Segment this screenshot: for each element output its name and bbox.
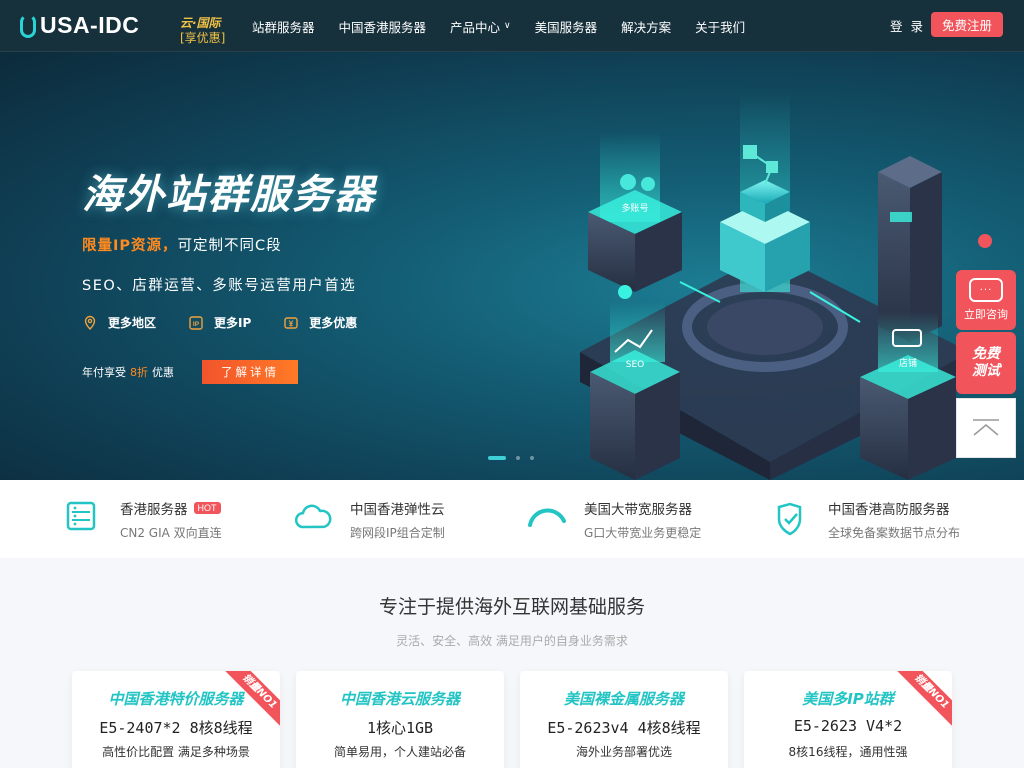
yen-icon: ¥	[284, 316, 298, 329]
nav-item-us-servers[interactable]: 美国服务器	[535, 17, 598, 36]
feature-label: 更多地区	[108, 316, 157, 330]
trial-line1: 免费	[972, 346, 1000, 362]
carousel-dot[interactable]	[530, 456, 534, 460]
service-us-bandwidth[interactable]: 美国大带宽服务器 G口大带宽业务更稳定	[526, 480, 701, 558]
annual-discount-note: 年付享受 8折 优惠	[82, 364, 174, 380]
nav-item-hk-servers[interactable]: 中国香港服务器	[339, 17, 427, 36]
register-button[interactable]: 免费注册	[931, 12, 1003, 37]
service-hk-server[interactable]: 香港服务器 HOT CN2 GIA 双向直连	[62, 480, 222, 558]
back-to-top-icon	[973, 419, 999, 436]
service-title: 中国香港弹性云	[350, 501, 445, 518]
nav-label: 站群服务器	[252, 19, 315, 35]
cloud-icon	[294, 504, 332, 529]
consult-now-button[interactable]: ··· 立即咨询	[956, 270, 1016, 330]
hero-tagline: 限量IP资源，可定制不同C段	[82, 234, 282, 255]
hot-badge: HOT	[193, 501, 221, 514]
card-desc: 8核16线程，通用性强	[788, 745, 908, 759]
service-title: 中国香港高防服务器	[828, 501, 950, 518]
feature-label: 更多IP	[214, 316, 252, 330]
carousel-dot-active[interactable]	[488, 456, 506, 460]
carousel-dots	[488, 456, 544, 460]
promo-title: 云·国际	[180, 16, 221, 30]
product-card[interactable]: 中国香港云服务器 1核心1GB 简单易用，个人建站必备	[296, 671, 504, 768]
ip-icon: IP	[189, 315, 203, 330]
section-title: 专注于提供海外互联网基础服务	[378, 596, 645, 618]
nav-item-about[interactable]: 关于我们	[695, 17, 745, 36]
illus-label-accounts: 多账号	[621, 202, 648, 214]
promo-subtitle: [享优惠]	[180, 31, 226, 45]
nav-item-products[interactable]: 产品中心 ∨	[450, 17, 511, 36]
card-spec: E5-2623v4 4核8线程	[547, 719, 701, 737]
bandwidth-icon	[528, 508, 566, 527]
nav-item-site-group-servers[interactable]: 站群服务器	[252, 17, 315, 36]
carousel-dot[interactable]	[516, 456, 520, 460]
logo-icon	[20, 13, 36, 38]
service-hk-ddos[interactable]: 中国香港高防服务器 全球免备案数据节点分布	[770, 480, 960, 558]
consult-label: 立即咨询	[964, 308, 1008, 321]
card-desc: 海外业务部署优选	[575, 745, 672, 759]
logo[interactable]: USA-IDC	[20, 12, 139, 39]
feature-more-discounts: ¥ 更多优惠	[283, 314, 357, 331]
service-desc: CN2 GIA 双向直连	[120, 525, 222, 540]
discount-prefix: 年付享受	[82, 366, 126, 379]
card-desc: 简单易用，个人建站必备	[333, 745, 466, 759]
login-link[interactable]: 登 录	[890, 16, 925, 35]
free-trial-button[interactable]: 免费 测试	[956, 332, 1016, 394]
hero-server-illustration: 多账号 SEO 店铺	[580, 92, 970, 480]
feature-more-ip: IP 更多IP	[188, 314, 251, 331]
product-card[interactable]: 中国香港特价服务器 E5-2407*2 8核8线程 高性价比配置 满足多种场景 …	[72, 671, 280, 768]
location-icon	[84, 315, 96, 330]
discount-suffix: 优惠	[152, 366, 174, 379]
back-to-top-button[interactable]	[956, 398, 1016, 458]
nav-label: 解决方案	[621, 19, 672, 35]
section-subtitle: 灵活、安全、高效 满足用户的自身业务需求	[396, 634, 628, 648]
main-nav: 站群服务器 中国香港服务器 产品中心 ∨ 美国服务器 解决方案 关于我们	[252, 0, 769, 52]
cloud-intl-promo[interactable]: 云·国际 [享优惠]	[180, 16, 225, 46]
card-title: 中国香港云服务器	[339, 690, 460, 708]
card-spec: E5-2623 V4*2	[793, 717, 903, 735]
feature-more-regions: 更多地区	[82, 314, 156, 331]
svg-text:¥: ¥	[289, 319, 294, 328]
discount-value: 8折	[130, 366, 148, 379]
nav-label: 美国服务器	[534, 19, 598, 35]
service-hk-elastic-cloud[interactable]: 中国香港弹性云 跨网段IP组合定制	[292, 480, 445, 558]
illus-label-shop: 店铺	[899, 357, 917, 369]
nav-label: 关于我们	[695, 19, 746, 35]
hero-title: 海外站群服务器	[82, 172, 376, 218]
card-title: 美国裸金属服务器	[563, 690, 684, 708]
hero-tagline-highlight: 限量IP资源，	[82, 238, 178, 254]
service-desc: 全球免备案数据节点分布	[828, 525, 961, 540]
service-desc: G口大带宽业务更稳定	[584, 525, 702, 540]
product-card[interactable]: 美国裸金属服务器 E5-2623v4 4核8线程 海外业务部署优选	[520, 671, 728, 768]
chat-bubble-icon: ···	[969, 278, 1003, 302]
nav-label: 产品中心	[450, 19, 501, 35]
hero-banner: 海外站群服务器 限量IP资源，可定制不同C段 SEO、店群运营、多账号运营用户首…	[0, 52, 1024, 480]
notification-dot	[978, 234, 992, 248]
product-card[interactable]: 美国多IP站群 E5-2623 V4*2 8核16线程，通用性强 销量NO1	[744, 671, 952, 768]
illus-label-seo: SEO	[626, 360, 644, 370]
service-title: 香港服务器	[120, 501, 188, 518]
hero-subline: SEO、店群运营、多账号运营用户首选	[82, 278, 357, 294]
card-spec: E5-2407*2 8核8线程	[99, 719, 253, 737]
hero-tagline-rest: 可定制不同C段	[177, 238, 282, 254]
nav-label: 中国香港服务器	[338, 19, 427, 35]
nav-item-solutions[interactable]: 解决方案	[621, 17, 671, 36]
top-header: USA-IDC 云·国际 [享优惠] 站群服务器 中国香港服务器 产品中心 ∨ 美…	[0, 0, 1024, 52]
chevron-down-icon: ∨	[504, 21, 511, 31]
shield-icon	[777, 502, 802, 536]
trial-line2: 测试	[972, 363, 1000, 379]
service-bar: 香港服务器 HOT CN2 GIA 双向直连 中国香港弹性云 跨网段IP组合定制 …	[0, 480, 1024, 558]
server-icon	[66, 501, 96, 531]
feature-label: 更多优惠	[309, 316, 358, 330]
card-spec: 1核心1GB	[366, 719, 434, 737]
svg-text:IP: IP	[193, 321, 200, 328]
learn-more-button[interactable]: 了解详情	[202, 360, 298, 384]
service-title: 美国大带宽服务器	[584, 501, 692, 518]
card-desc: 高性价比配置 满足多种场景	[102, 745, 250, 759]
logo-text: USA-IDC	[40, 12, 140, 38]
hero-features: 更多地区 IP 更多IP ¥ 更多优惠	[82, 314, 389, 331]
service-desc: 跨网段IP组合定制	[350, 525, 445, 540]
